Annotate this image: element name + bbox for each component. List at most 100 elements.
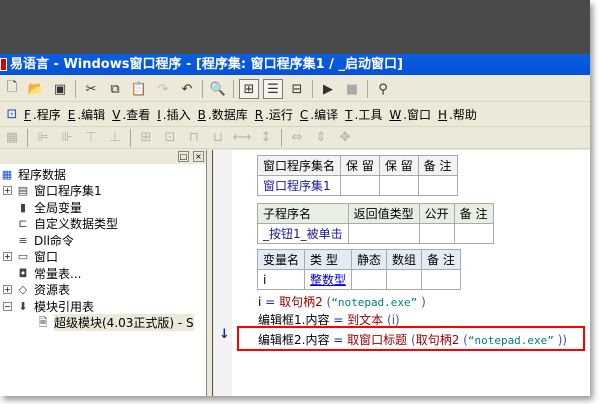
menu-w[interactable]: W .窗口 bbox=[389, 106, 431, 123]
undo-icon[interactable]: ↶ bbox=[177, 79, 197, 99]
maximize-button[interactable]: □ bbox=[178, 151, 189, 162]
menu-b[interactable]: B .数据库 bbox=[198, 106, 248, 123]
copy-icon[interactable]: ⧉ bbox=[105, 79, 125, 99]
menu-accelerator: F bbox=[24, 107, 31, 122]
tree-item-icon: ◘ bbox=[18, 266, 28, 280]
table-cell[interactable] bbox=[453, 223, 494, 244]
tree-item[interactable]: ≡ Dll命令 bbox=[0, 232, 206, 249]
code-line[interactable]: i = 取句柄2 (“notepad.exe” ) bbox=[258, 293, 426, 310]
tree-item-label: 窗口 bbox=[34, 250, 59, 265]
table-cell[interactable] bbox=[418, 223, 455, 244]
table-cell[interactable]: i bbox=[256, 269, 306, 290]
menu-h[interactable]: H .帮助 bbox=[438, 106, 477, 123]
new-file-icon[interactable]: 🗋 bbox=[2, 79, 22, 99]
tree-root[interactable]: ▦ 程序数据 bbox=[0, 166, 206, 183]
code-function: 取句柄2 bbox=[279, 295, 323, 309]
code-line[interactable]: 编辑框2.内容 = 取窗口标题 (取句柄2 (“notepad.exe” )) bbox=[258, 331, 567, 348]
menu-c[interactable]: C .编译 bbox=[300, 106, 338, 123]
spread-h-icon[interactable]: ⟷ bbox=[232, 128, 252, 148]
align-bottom-icon[interactable]: ⊥ bbox=[105, 128, 125, 148]
separator bbox=[281, 128, 282, 147]
center-h-icon[interactable]: ⊞ bbox=[136, 128, 156, 148]
code-paren: ( bbox=[407, 333, 416, 347]
panel-header: □ × bbox=[0, 150, 206, 164]
align-top-icon[interactable]: ⊤ bbox=[81, 128, 101, 148]
column-header: 保 留 bbox=[340, 155, 380, 176]
menu-v[interactable]: V .查看 bbox=[112, 106, 150, 123]
same-size-icon[interactable]: ✥ bbox=[335, 128, 355, 148]
expander[interactable]: + bbox=[3, 252, 12, 262]
tree-item-label: 窗口程序集1 bbox=[34, 184, 102, 199]
table-cell[interactable] bbox=[386, 269, 423, 290]
column-header: 数组 bbox=[386, 249, 423, 270]
spread-v-icon[interactable]: ↕ bbox=[256, 128, 276, 148]
expander[interactable]: + bbox=[3, 186, 12, 196]
tree-item[interactable]: + ▭ 窗口 bbox=[0, 249, 206, 266]
run-icon[interactable]: ▶ bbox=[318, 79, 338, 99]
tree-item-icon: ▮ bbox=[19, 200, 27, 214]
space-v-icon[interactable]: ⊔ bbox=[208, 128, 228, 148]
tree-item[interactable]: ⊏ 自定义数据类型 bbox=[0, 216, 206, 233]
open-folder-icon[interactable]: 📂 bbox=[26, 79, 46, 99]
menu-i[interactable]: I .插入 bbox=[157, 106, 190, 123]
debug-binoculars-icon[interactable]: ⚲ bbox=[373, 79, 393, 99]
code-editor[interactable]: 窗口程序集名保 留保 留备 注窗口程序集1 子程序名 返回值类型 公开备 注 _按钮1… bbox=[232, 150, 590, 396]
code-function: 取句柄2 bbox=[415, 333, 460, 347]
tree-item[interactable]: + ▤ 窗口程序集1 bbox=[0, 183, 206, 200]
code-operator: = bbox=[265, 295, 276, 309]
code-paren: ) bbox=[417, 295, 426, 309]
redo-icon[interactable]: ↷ bbox=[153, 79, 173, 99]
menu-t[interactable]: T .工具 bbox=[345, 106, 382, 123]
table-cell[interactable] bbox=[417, 175, 458, 196]
menu-r[interactable]: R .运行 bbox=[255, 106, 293, 123]
cut-icon[interactable]: ✂ bbox=[81, 79, 101, 99]
table-cell[interactable] bbox=[421, 269, 461, 290]
space-h-icon[interactable]: ⊓ bbox=[184, 128, 204, 148]
layout1-icon[interactable]: ⊞ bbox=[239, 79, 259, 99]
code-lhs: 编辑框1.内容 bbox=[258, 313, 330, 327]
save-icon[interactable]: ▣ bbox=[50, 79, 70, 99]
table-cell[interactable] bbox=[340, 175, 380, 196]
find-icon[interactable]: 🔍 bbox=[208, 79, 228, 99]
code-operator: = bbox=[333, 313, 344, 327]
editor-gutter bbox=[214, 150, 232, 396]
paste-icon[interactable]: 📋 bbox=[129, 79, 149, 99]
code-paren: )) bbox=[553, 333, 568, 347]
align-left-icon[interactable]: ⊫ bbox=[33, 128, 53, 148]
layout3-icon[interactable]: ⊟ bbox=[287, 79, 307, 99]
align-icon[interactable]: ▦ bbox=[2, 128, 22, 148]
expander[interactable]: − bbox=[3, 301, 12, 311]
tree-item[interactable]: + ◇ 资源表 bbox=[0, 282, 206, 299]
menu-f[interactable]: F .程序 bbox=[24, 106, 61, 123]
column-header: 静态 bbox=[351, 249, 388, 270]
close-button[interactable]: × bbox=[193, 151, 204, 162]
table-cell[interactable] bbox=[347, 223, 420, 244]
column-header: 保 留 bbox=[378, 155, 419, 176]
tree-item[interactable]: ▮ 全局变量 bbox=[0, 199, 206, 216]
table-cell[interactable]: _按钮1_被单击 bbox=[257, 223, 349, 244]
table-cell[interactable] bbox=[351, 269, 388, 290]
menu-accelerator: V bbox=[112, 107, 121, 122]
stop-icon[interactable]: ■ bbox=[342, 79, 362, 99]
column-header: 公开 bbox=[418, 203, 455, 224]
tree-item-module[interactable]: 🗎 超级模块(4.03正式版) - S bbox=[0, 314, 206, 332]
align-right-icon[interactable]: ⊪ bbox=[57, 128, 77, 148]
tree-item[interactable]: − ⬇ 模块引用表 bbox=[0, 298, 206, 315]
same-height-icon[interactable]: ⇕ bbox=[311, 128, 331, 148]
menu-e[interactable]: E .编辑 bbox=[68, 106, 105, 123]
menu-label: 插入 bbox=[166, 107, 191, 122]
tree-item[interactable]: ◘ 常量表... bbox=[0, 265, 206, 282]
table-cell[interactable]: 整数型 bbox=[304, 269, 353, 290]
expander[interactable]: + bbox=[3, 285, 12, 295]
project-tree-panel: □ × ▦ 程序数据 + ▤ 窗口程序集1 ▮ 全局变量 ⊏ 自定义数据类型 ≡ Dll命令 + ▭ 窗… bbox=[0, 150, 207, 396]
column-header: 返回值类型 bbox=[347, 203, 420, 224]
panel-splitter[interactable] bbox=[208, 150, 213, 396]
menu-accelerator: C bbox=[299, 107, 309, 122]
table-cell[interactable]: 窗口程序集1 bbox=[256, 175, 342, 196]
table-cell[interactable] bbox=[378, 175, 419, 196]
same-width-icon[interactable]: ⇔ bbox=[287, 128, 307, 148]
layout2-icon[interactable]: ☰ bbox=[263, 79, 283, 99]
tree-item-label: 自定义数据类型 bbox=[34, 217, 119, 232]
center-v-icon[interactable]: ⊡ bbox=[160, 128, 180, 148]
document-icon: 🗎 bbox=[38, 316, 48, 330]
